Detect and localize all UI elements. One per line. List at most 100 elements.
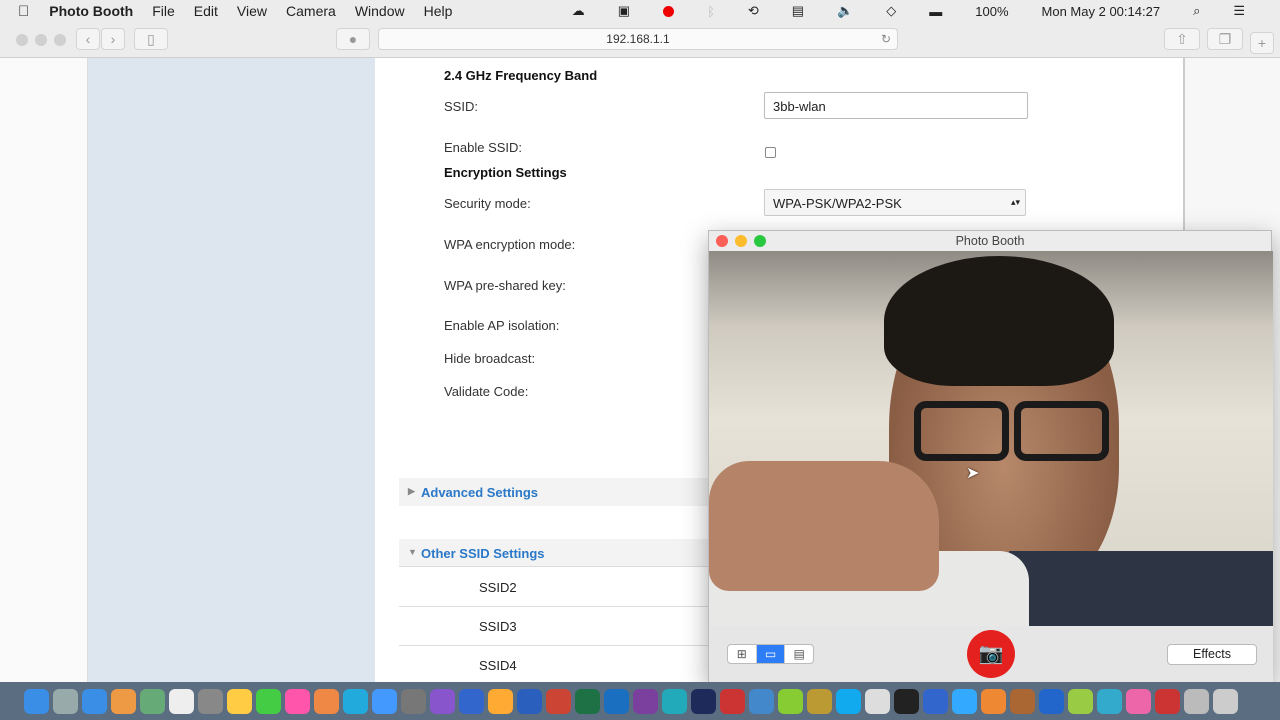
dock-app-icon[interactable] xyxy=(1126,688,1151,714)
new-tab-button[interactable]: + xyxy=(1250,32,1274,54)
dock-app-icon[interactable] xyxy=(1068,688,1093,714)
dock-app-icon[interactable] xyxy=(1155,688,1180,714)
dock-app-icon[interactable] xyxy=(633,688,658,714)
dock-app-icon[interactable] xyxy=(604,688,629,714)
dock-app-icon[interactable] xyxy=(343,688,368,714)
volume-icon[interactable]: 🔈 xyxy=(837,3,853,19)
dock-app-icon[interactable] xyxy=(691,688,716,714)
minimize-button[interactable] xyxy=(735,235,747,247)
other-ssid-toggle[interactable]: ▼ Other SSID Settings xyxy=(399,539,709,567)
grid-view-icon[interactable]: ⊞ xyxy=(728,645,757,663)
dock-app-icon[interactable] xyxy=(488,688,513,714)
view-mode-switch[interactable]: ⊞ ▭ ▤ xyxy=(727,644,814,664)
ssid-row[interactable]: SSID3 xyxy=(399,607,709,646)
dock-app-icon[interactable] xyxy=(111,688,136,714)
cloud-icon[interactable]: ☁ xyxy=(572,3,585,19)
menu-window[interactable]: Window xyxy=(355,3,405,19)
menu-view[interactable]: View xyxy=(237,3,267,19)
close-button[interactable] xyxy=(716,235,728,247)
dock-app-icon[interactable] xyxy=(256,688,281,714)
enable-ssid-checkbox[interactable] xyxy=(765,147,776,158)
dock-app-icon[interactable] xyxy=(430,688,455,714)
dock-app-icon[interactable] xyxy=(314,688,339,714)
reload-icon[interactable]: ↻ xyxy=(881,29,891,49)
dock-app-icon[interactable] xyxy=(1213,688,1238,714)
dock-app-icon[interactable] xyxy=(952,688,977,714)
dock-app-icon[interactable] xyxy=(24,688,49,714)
dock-app-icon[interactable] xyxy=(401,688,426,714)
menu-camera[interactable]: Camera xyxy=(286,3,336,19)
dock-app-icon[interactable] xyxy=(749,688,774,714)
dock-app-icon[interactable] xyxy=(807,688,832,714)
menu-help[interactable]: Help xyxy=(424,3,453,19)
ssid-input[interactable]: 3bb-wlan xyxy=(764,92,1028,119)
wpa-key-label: WPA pre-shared key: xyxy=(444,278,566,293)
single-view-icon[interactable]: ▭ xyxy=(756,645,786,663)
dock-app-icon[interactable] xyxy=(720,688,745,714)
share-icon[interactable]: ⇧ xyxy=(1164,28,1200,50)
dock-app-icon[interactable] xyxy=(662,688,687,714)
zoom-button[interactable] xyxy=(54,34,66,46)
ssid-row[interactable]: SSID2 xyxy=(399,568,709,607)
dock-app-icon[interactable] xyxy=(1097,688,1122,714)
strip-view-icon[interactable]: ▤ xyxy=(785,645,813,663)
dock-app-icon[interactable] xyxy=(285,688,310,714)
dock-app-icon[interactable] xyxy=(372,688,397,714)
memory-icon[interactable]: ▤ xyxy=(792,3,804,19)
dock-app-icon[interactable] xyxy=(198,688,223,714)
dock-app-icon[interactable] xyxy=(546,688,571,714)
adblock-icon[interactable]: ● xyxy=(336,28,370,50)
minimize-button[interactable] xyxy=(35,34,47,46)
flag-icon[interactable]: ▬ xyxy=(929,4,942,19)
forward-button[interactable]: › xyxy=(101,28,125,50)
dock-app-icon[interactable] xyxy=(169,688,194,714)
dock-app-icon[interactable] xyxy=(82,688,107,714)
search-icon[interactable]: ⌕ xyxy=(1193,3,1200,19)
dock-app-icon[interactable] xyxy=(894,688,919,714)
battery-label[interactable]: 100% xyxy=(975,4,1008,19)
enable-ssid-label: Enable SSID: xyxy=(444,140,523,155)
sidebar-icon[interactable]: ▯ xyxy=(134,28,168,50)
time-machine-icon[interactable]: ⟲ xyxy=(748,3,759,19)
advanced-settings-toggle[interactable]: ▶ Advanced Settings xyxy=(399,478,709,506)
security-mode-select[interactable]: WPA-PSK/WPA2-PSK ▴▾ xyxy=(764,189,1026,216)
dock-app-icon[interactable] xyxy=(517,688,542,714)
address-bar[interactable]: 192.168.1.1 ↻ xyxy=(378,28,898,50)
tabs-icon[interactable]: ❐ xyxy=(1207,28,1243,50)
ap-isolation-label: Enable AP isolation: xyxy=(444,318,560,333)
back-button[interactable]: ‹ xyxy=(76,28,100,50)
photo-booth-controls: ⊞ ▭ ▤ 📷 Effects xyxy=(709,626,1273,683)
bluetooth-icon[interactable]: ᛒ xyxy=(707,4,715,19)
effects-button[interactable]: Effects xyxy=(1167,644,1257,665)
dock-app-icon[interactable] xyxy=(227,688,252,714)
photo-booth-window: Photo Booth ⊞ ▭ ▤ 📷 Effects xyxy=(708,230,1273,683)
dock-app-icon[interactable] xyxy=(140,688,165,714)
clock[interactable]: Mon May 2 00:14:27 xyxy=(1042,4,1161,19)
camera-shutter-button[interactable]: 📷 xyxy=(967,630,1015,678)
menu-file[interactable]: File xyxy=(152,3,175,19)
close-button[interactable] xyxy=(16,34,28,46)
zoom-button[interactable] xyxy=(754,235,766,247)
photo-booth-titlebar[interactable]: Photo Booth xyxy=(709,231,1271,251)
dock-app-icon[interactable] xyxy=(923,688,948,714)
dock-app-icon[interactable] xyxy=(1184,688,1209,714)
router-nav-pane xyxy=(88,58,375,682)
menu-edit[interactable]: Edit xyxy=(194,3,218,19)
list-icon[interactable]: ☰ xyxy=(1233,3,1245,19)
record-icon[interactable] xyxy=(663,5,675,17)
display-icon[interactable]: ▣ xyxy=(618,3,630,19)
wifi-icon[interactable]: ◇ xyxy=(886,3,896,19)
glasses-left xyxy=(914,401,1009,461)
menu-app-name[interactable]: Photo Booth xyxy=(49,3,133,19)
dock-app-icon[interactable] xyxy=(778,688,803,714)
dock-app-icon[interactable] xyxy=(459,688,484,714)
dock-app-icon[interactable] xyxy=(865,688,890,714)
dock-app-icon[interactable] xyxy=(1010,688,1035,714)
dock-app-icon[interactable] xyxy=(575,688,600,714)
dock-app-icon[interactable] xyxy=(53,688,78,714)
ssid-row[interactable]: SSID4 xyxy=(399,646,709,685)
apple-menu-icon[interactable]:  xyxy=(18,3,29,20)
dock-app-icon[interactable] xyxy=(836,688,861,714)
dock-app-icon[interactable] xyxy=(981,688,1006,714)
dock-app-icon[interactable] xyxy=(1039,688,1064,714)
